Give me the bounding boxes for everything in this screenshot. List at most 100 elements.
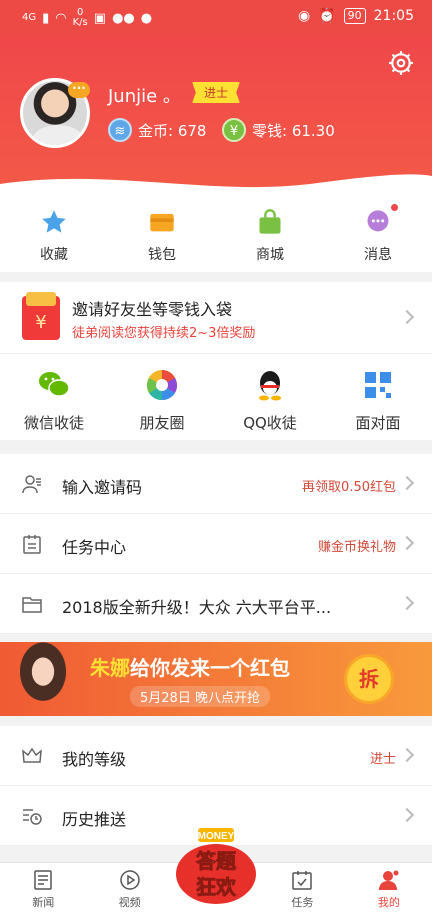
share-label: 朋友圈 [139, 414, 185, 432]
quiz-line2: 狂欢 [196, 875, 237, 899]
battery-indicator: 90 [343, 8, 366, 24]
list-item-upgrade[interactable]: 2018版全新升级！大众 六大平台平... [0, 574, 432, 634]
task-clipboard-icon [23, 535, 41, 554]
list-item-label: 输入邀请码 [62, 478, 143, 497]
tab-label: 新闻 [32, 896, 55, 909]
alarm-icon: ⏰ [318, 8, 336, 24]
rank-badge: 进士 [192, 82, 241, 103]
red-envelope-icon: ¥ [22, 292, 60, 340]
chevron-right-icon [399, 309, 415, 325]
coin-balance[interactable]: ≋ 金币: 678 [108, 118, 206, 142]
tab-tasks[interactable]: 任务 [259, 863, 345, 912]
quick-menu: 收藏 钱包 商城 消息 [0, 196, 432, 272]
qrcode-icon [365, 372, 391, 398]
shop-bag-icon [259, 209, 281, 234]
yuan-icon: ¥ [222, 118, 246, 142]
tab-label: 任务 [291, 896, 314, 909]
money-label: 零钱: 61.30 [252, 121, 335, 140]
tab-video[interactable]: 视频 [86, 863, 172, 912]
tab-label: 我的 [377, 896, 400, 909]
message-icon-wrap [364, 204, 398, 236]
banner-headline: 朱娜给你发来一个红包 [90, 652, 290, 681]
chevron-right-icon [399, 807, 415, 823]
share-face-to-face[interactable]: 面对面 [324, 354, 432, 440]
quiz-top-text: MONEY [198, 831, 235, 842]
message-icon [367, 210, 389, 232]
history-icon [23, 809, 42, 825]
banner-name: 朱娜 [90, 656, 130, 680]
me-icon [378, 869, 400, 890]
list-item-value: 赚金币换礼物 [317, 540, 396, 555]
invite-subtitle: 徒弟阅读您获得持续2~3倍奖励 [72, 326, 256, 341]
share-qq[interactable]: QQ收徒 [216, 354, 324, 440]
app-notification-icon: ▣ [93, 10, 107, 26]
unread-dot [391, 204, 398, 211]
speed-unit: K/s [72, 17, 88, 28]
quick-item-label: 消息 [364, 247, 392, 263]
eye-icon: ◉ [297, 8, 311, 24]
wechat-icon [39, 372, 70, 397]
red-packet-banner[interactable]: 朱娜给你发来一个红包 5月28日 晚八点开抢 拆 [0, 642, 432, 716]
list-item-my-level[interactable]: 我的等级 进士 [0, 726, 432, 786]
invite-title: 邀请好友坐等零钱入袋 [72, 300, 233, 319]
open-packet-button[interactable]: 拆 [344, 654, 394, 704]
chevron-right-icon [399, 535, 415, 551]
settings-gear-icon[interactable] [388, 50, 414, 76]
banner-subtitle: 5月28日 晚八点开抢 [130, 686, 270, 707]
crown-icon [22, 747, 42, 763]
share-label: 面对面 [355, 414, 401, 432]
video-icon [119, 870, 140, 890]
task-icon [292, 871, 313, 890]
clock: 21:05 [373, 8, 414, 24]
coin-icon: ≋ [108, 118, 132, 142]
list-item-label: 任务中心 [62, 538, 127, 557]
share-label: 微信收徒 [23, 414, 84, 432]
tab-news[interactable]: 新闻 [0, 863, 86, 912]
quiz-carnival-badge[interactable]: MONEY 答题 狂欢 [168, 824, 264, 908]
invite-banner[interactable]: ¥ 邀请好友坐等零钱入袋 徒弟阅读您获得持续2~3倍奖励 [0, 282, 432, 354]
news-icon [34, 870, 52, 890]
share-label: QQ收徒 [243, 414, 297, 432]
wallet-icon [150, 213, 174, 232]
more-dots-icon[interactable]: ··· [68, 82, 90, 98]
list-item-invite-code[interactable]: 输入邀请码 再领取0.50红包 [0, 454, 432, 514]
list-item-value: 再领取0.50红包 [302, 480, 396, 495]
username: Junjie 。 [108, 86, 181, 107]
moments-icon [146, 370, 178, 401]
list-item-task-center[interactable]: 任务中心 赚金币换礼物 [0, 514, 432, 574]
share-moments[interactable]: 朋友圈 [108, 354, 216, 440]
banner-text: 给你发来一个红包 [130, 656, 290, 680]
quick-item-favorites[interactable]: 收藏 [0, 196, 108, 272]
quick-item-label: 商城 [256, 247, 284, 263]
quick-item-messages[interactable]: 消息 [324, 196, 432, 272]
network-label: 4G [22, 12, 37, 23]
share-options: 微信收徒 朋友圈 QQ收徒 面对面 [0, 354, 432, 440]
quick-item-label: 钱包 [148, 247, 176, 263]
quick-item-wallet[interactable]: 钱包 [108, 196, 216, 272]
profile-header: ··· Junjie 。 进士 ≋ 金币: 678 ¥ 零钱: 61.30 [0, 36, 432, 196]
chat-notification-icon: ● [140, 10, 153, 26]
tab-me[interactable]: 我的 [346, 863, 432, 912]
tab-label: 视频 [118, 896, 141, 909]
money-balance[interactable]: ¥ 零钱: 61.30 [222, 118, 335, 142]
signal-icon: ▮ [42, 10, 50, 26]
status-bar: 4G ▮ ◠ 0 K/s ▣ ●● ● ◉ ⏰ 90 21:05 [0, 0, 432, 36]
invite-card: ¥ 邀请好友坐等零钱入袋 徒弟阅读您获得持续2~3倍奖励 微信收徒 朋友圈 QQ… [0, 282, 432, 440]
chevron-right-icon [399, 747, 415, 763]
share-wechat[interactable]: 微信收徒 [0, 354, 108, 440]
list-item-label: 历史推送 [62, 810, 127, 829]
quick-item-shop[interactable]: 商城 [216, 196, 324, 272]
folder-icon [22, 597, 42, 613]
star-icon [42, 210, 66, 233]
chevron-right-icon [399, 595, 415, 611]
wifi-icon: ◠ [55, 10, 67, 26]
chevron-right-icon [399, 475, 415, 491]
list-item-label: 我的等级 [62, 750, 127, 769]
header-wave [0, 174, 432, 196]
quick-item-label: 收藏 [40, 247, 68, 263]
list-item-label: 2018版全新升级！大众 六大平台平... [62, 598, 332, 617]
list-item-value: 进士 [369, 752, 396, 767]
coin-label: 金币: 678 [138, 121, 207, 140]
wechat-notification-icon: ●● [112, 10, 135, 26]
quiz-line1: 答题 [196, 849, 237, 873]
